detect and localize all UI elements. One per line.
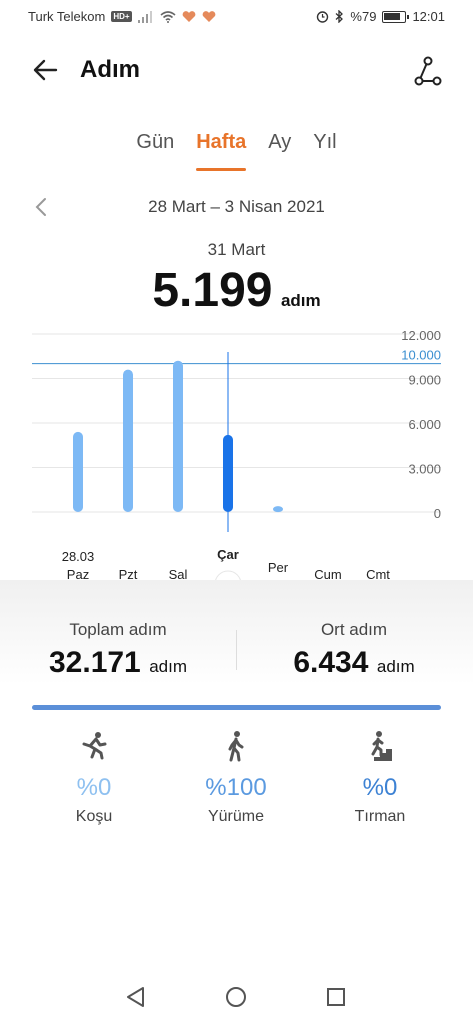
running-percent: %0: [76, 774, 112, 801]
tab-day[interactable]: Gün: [136, 131, 174, 171]
tab-month[interactable]: Ay: [268, 131, 291, 171]
y-tick-label: 6.000: [408, 417, 441, 432]
climbing-icon: [368, 731, 392, 761]
activity-climbing: %0 Tırman: [320, 730, 440, 826]
alarm-icon: [317, 11, 329, 23]
average-steps: Ort adım 6.434 adım: [236, 620, 472, 680]
nav-recents-icon[interactable]: [321, 982, 351, 1012]
running-label: Koşu: [75, 808, 113, 825]
date-range: 28 Mart – 3 Nisan 2021: [148, 197, 325, 216]
hd-badge: HD+: [111, 11, 132, 22]
battery-percent: %79: [350, 9, 377, 24]
arrow-left-icon[interactable]: [30, 54, 62, 86]
system-nav-bar: [0, 972, 473, 1024]
tab-week[interactable]: Hafta: [196, 131, 247, 171]
weekly-steps-chart[interactable]: 12.0009.0006.0003.000010.000Paz28.03Pzt S…: [0, 322, 473, 592]
nav-back-icon[interactable]: [121, 982, 151, 1012]
clock-time: 12:01: [412, 9, 445, 24]
total-steps-unit: adım: [149, 657, 187, 676]
carrier-name: Turk Telekom: [28, 9, 106, 24]
goal-label: 10.000: [401, 348, 441, 363]
walking-label: Yürüme: [207, 808, 265, 825]
average-steps-value: 6.434: [293, 646, 369, 679]
y-tick-label: 12.000: [401, 328, 441, 343]
bar: [73, 431, 83, 512]
walking-icon: [228, 731, 244, 762]
x-tick-label: Per: [268, 560, 289, 575]
y-tick-label: 0: [434, 506, 441, 521]
first-date-label: 28.03: [62, 549, 95, 564]
y-tick-label: 3.000: [408, 462, 441, 477]
selected-day: 31 Mart: [207, 240, 266, 259]
running-icon: [82, 732, 107, 760]
period-tabs: Gün Hafta Ay Yıl: [0, 131, 473, 171]
status-bar: Turk Telekom HD+ %79 12:01: [0, 0, 473, 34]
x-tick-label: Çar: [217, 547, 239, 562]
selected-steps-value: 5.199: [152, 264, 273, 317]
activity-walking: %100 Yürüme: [176, 730, 296, 826]
heart-rate-icon: [202, 10, 215, 22]
total-steps: Toplam adım 32.171 adım: [0, 620, 236, 680]
selected-steps: 5.199 adım: [0, 263, 473, 318]
total-steps-label: Toplam adım: [69, 620, 167, 639]
walking-percent: %100: [205, 774, 267, 801]
heart-rate-icon: [182, 10, 195, 22]
average-steps-unit: adım: [376, 657, 415, 676]
y-tick-label: 9.000: [408, 373, 441, 388]
signal-icon: [137, 10, 152, 23]
activity-types: %0 Koşu %100 Yürüme %0 Tırman: [0, 730, 473, 840]
nav-home-icon[interactable]: [221, 982, 251, 1012]
battery-icon: [382, 10, 410, 23]
bluetooth-icon: [335, 10, 344, 23]
share-route-icon[interactable]: [411, 54, 445, 88]
activity-progress-bar: [32, 705, 441, 710]
bar: [123, 369, 133, 512]
selected-steps-unit: adım: [280, 291, 321, 310]
page-title: Adım: [80, 56, 140, 83]
wifi-icon: [160, 10, 176, 23]
climbing-percent: %0: [362, 774, 398, 801]
bar: [273, 506, 283, 513]
bar: [223, 434, 233, 512]
tab-year[interactable]: Yıl: [313, 131, 336, 171]
app-bar: Adım: [0, 50, 473, 90]
climbing-label: Tırman: [354, 808, 406, 825]
bar: [173, 360, 183, 512]
average-steps-label: Ort adım: [320, 620, 388, 639]
total-steps-value: 32.171: [48, 646, 141, 679]
activity-running: %0 Koşu: [34, 730, 154, 826]
summary-panel: Toplam adım 32.171 adım Ort adım 6.434 a…: [0, 620, 473, 690]
